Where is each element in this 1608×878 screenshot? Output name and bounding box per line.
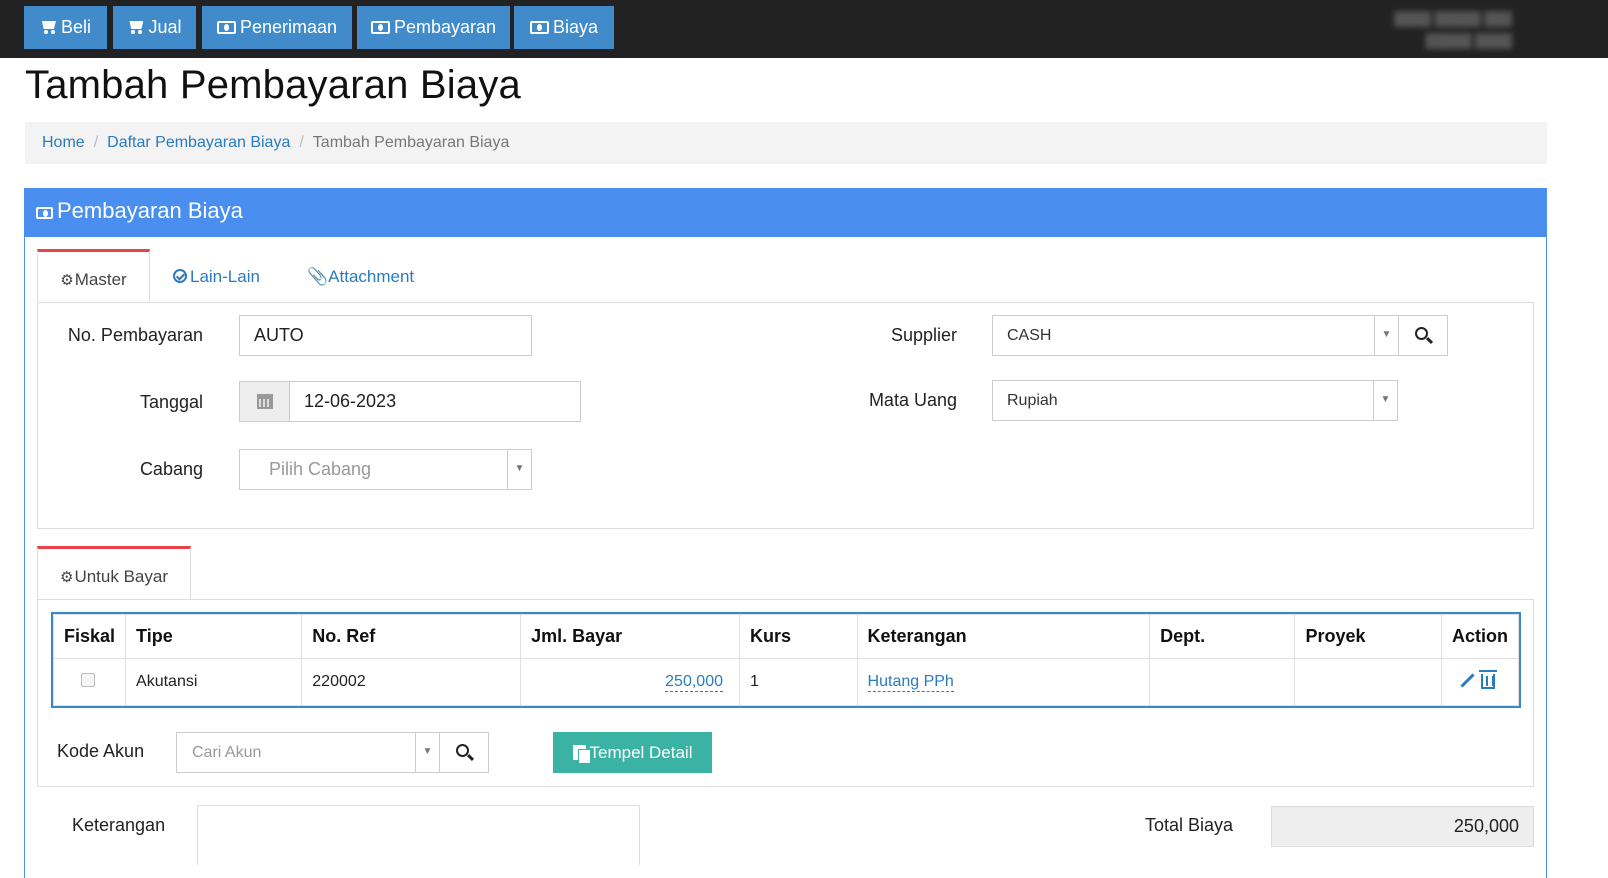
- gears-icon: ⚙: [60, 569, 74, 586]
- panel-title: Pembayaran Biaya: [57, 198, 243, 223]
- cart-icon: [40, 20, 57, 34]
- no-ref-cell: 220002: [301, 658, 522, 706]
- cart-icon: [127, 20, 144, 34]
- no-pembayaran-input[interactable]: AUTO: [239, 315, 532, 356]
- breadcrumb-daftar-link[interactable]: Daftar Pembayaran Biaya: [107, 134, 290, 151]
- pencil-icon[interactable]: [1460, 673, 1475, 688]
- column-header: No. Ref: [301, 614, 522, 659]
- chevron-down-icon: ▼: [1374, 316, 1398, 355]
- kode-akun-search-button[interactable]: [439, 732, 489, 773]
- panel-header: Pembayaran Biaya: [25, 189, 1546, 237]
- fiskal-cell: [52, 658, 127, 706]
- calendar-button[interactable]: [239, 381, 290, 422]
- copy-icon: [572, 745, 591, 764]
- tempel-detail-label: Tempel Detail: [589, 743, 693, 762]
- column-header: Kurs: [739, 614, 858, 659]
- money-icon: [216, 21, 236, 34]
- calendar-icon: [257, 394, 273, 409]
- tipe-cell: Akutansi: [125, 658, 303, 706]
- jml-bayar-editable[interactable]: 250,000: [665, 673, 723, 692]
- search-icon: [1415, 327, 1428, 340]
- chevron-down-icon: ▼: [1373, 381, 1397, 420]
- table-row: Akutansi 220002 250,000 1 Hutang PPh: [52, 658, 1519, 706]
- pembayaran-biaya-panel: Pembayaran Biaya ⚙Master Lain-Lain 📎Atta…: [24, 188, 1547, 878]
- supplier-value: CASH: [1007, 327, 1052, 344]
- keterangan-label: Keterangan: [72, 815, 166, 835]
- proyek-cell: [1294, 658, 1442, 706]
- money-icon: [370, 21, 390, 34]
- mata-uang-value: Rupiah: [1007, 392, 1058, 409]
- tanggal-label: Tanggal: [139, 392, 203, 412]
- nav-penerimaan-button[interactable]: Penerimaan: [202, 6, 352, 49]
- cabang-placeholder: Pilih Cabang: [269, 459, 372, 479]
- chevron-down-icon: ▼: [507, 450, 531, 489]
- money-icon: [529, 21, 549, 34]
- chevron-down-icon: ▼: [415, 733, 439, 772]
- no-pembayaran-label: No. Pembayaran: [67, 325, 203, 345]
- column-header: Action: [1441, 614, 1519, 659]
- mata-uang-select[interactable]: Rupiah ▼: [992, 380, 1398, 421]
- tab-lain-lain[interactable]: Lain-Lain: [173, 249, 260, 303]
- tab-attachment[interactable]: 📎Attachment: [307, 249, 414, 303]
- kurs-cell: 1: [739, 658, 858, 706]
- cabang-select[interactable]: Pilih Cabang ▼: [239, 449, 532, 490]
- tab-untuk-bayar-label: Untuk Bayar: [74, 567, 168, 586]
- user-info-blurred[interactable]: ████ █████ ███ █████ ████: [1292, 8, 1512, 52]
- total-biaya-label: Total Biaya: [1145, 815, 1234, 835]
- column-header: Tipe: [125, 614, 303, 659]
- nav-pembayaran-button[interactable]: Pembayaran: [357, 6, 510, 49]
- money-icon: [36, 207, 53, 219]
- tab-master[interactable]: ⚙Master: [37, 249, 150, 303]
- breadcrumb-separator: /: [299, 134, 304, 151]
- tanggal-input[interactable]: 12-06-2023: [289, 381, 581, 422]
- tab-attachment-label: Attachment: [328, 267, 415, 286]
- keterangan-editable[interactable]: Hutang PPh: [867, 673, 954, 692]
- page-title: Tambah Pembayaran Biaya: [25, 63, 521, 107]
- column-header: Proyek: [1294, 614, 1442, 659]
- trash-icon[interactable]: [1479, 670, 1497, 689]
- nav-beli-button[interactable]: Beli: [24, 6, 107, 49]
- paperclip-icon: 📎: [307, 267, 329, 286]
- check-circle-icon: [173, 269, 187, 283]
- keterangan-textarea[interactable]: [197, 805, 640, 865]
- column-header: Dept.: [1149, 614, 1296, 659]
- supplier-select[interactable]: CASH ▼: [992, 315, 1399, 356]
- breadcrumb-separator: /: [93, 134, 99, 151]
- breadcrumb: Home / Daftar Pembayaran Biaya / Tambah Pemb…: [25, 122, 1547, 164]
- total-biaya-value: 250,000: [1271, 806, 1534, 847]
- tab-lain-lain-label: Lain-Lain: [190, 267, 260, 286]
- tab-untuk-bayar[interactable]: ⚙Untuk Bayar: [37, 546, 191, 600]
- column-header: Fiskal: [52, 614, 127, 659]
- detail-table: Fiskal Tipe No. Ref Jml. Bayar Kurs Kete…: [51, 612, 1521, 708]
- tab-master-label: Master: [74, 270, 127, 289]
- breadcrumb-current: Tambah Pembayaran Biaya: [312, 134, 510, 151]
- breadcrumb-home-link[interactable]: Home: [42, 134, 85, 151]
- column-header: Keterangan: [856, 614, 1151, 659]
- nav-beli-label: Beli: [60, 17, 91, 37]
- kode-akun-label: Kode Akun: [57, 741, 145, 761]
- nav-biaya-button[interactable]: Biaya: [514, 6, 614, 49]
- nav-jual-label: Jual: [148, 17, 182, 37]
- nav-biaya-label: Biaya: [552, 17, 599, 37]
- tempel-detail-button[interactable]: Tempel Detail: [553, 732, 712, 773]
- keterangan-cell: Hutang PPh: [856, 658, 1151, 706]
- jml-bayar-cell: 250,000: [520, 658, 740, 706]
- mata-uang-label: Mata Uang: [868, 390, 957, 410]
- gears-icon: ⚙: [60, 272, 74, 289]
- table-header-row: Fiskal Tipe No. Ref Jml. Bayar Kurs Kete…: [52, 614, 1519, 659]
- supplier-label: Supplier: [890, 325, 957, 345]
- supplier-search-button[interactable]: [1398, 315, 1448, 356]
- nav-jual-button[interactable]: Jual: [113, 6, 196, 49]
- cabang-label: Cabang: [139, 459, 203, 479]
- column-header: Jml. Bayar: [520, 614, 740, 659]
- kode-akun-select[interactable]: Cari Akun ▼: [176, 732, 440, 773]
- action-cell: [1441, 658, 1519, 706]
- nav-pembayaran-label: Pembayaran: [393, 17, 497, 37]
- nav-penerimaan-label: Penerimaan: [239, 17, 338, 37]
- kode-akun-placeholder: Cari Akun: [192, 744, 262, 761]
- fiskal-checkbox[interactable]: [81, 672, 95, 687]
- search-icon: [456, 744, 469, 757]
- dept-cell: [1149, 658, 1296, 706]
- top-navbar: Beli Jual Penerimaan Pembayaran Biaya ██…: [0, 0, 1608, 58]
